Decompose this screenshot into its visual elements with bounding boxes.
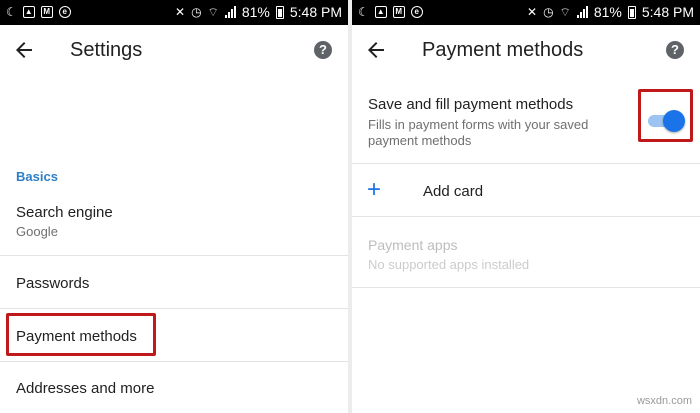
mail-icon: M (40, 6, 53, 18)
alarm-icon: ◷ (191, 5, 202, 19)
wifi-icon: ⌔ (207, 5, 219, 19)
clock: 5:48 PM (641, 4, 694, 20)
mute-icon: ✕ (527, 5, 538, 19)
status-bar: ☾ ▲ M e ✕ ◷ ⌔ 81% 5:48 PM (0, 0, 348, 25)
highlight-box (6, 313, 156, 356)
settings-screen: ☾ ▲ M e ✕ ◷ ⌔ 81% 5:48 PM Settings ? Bas… (0, 0, 348, 413)
divider (352, 216, 700, 217)
search-engine-value: Google (16, 224, 58, 239)
save-fill-title: Save and fill payment methods (368, 96, 574, 113)
divider (0, 255, 348, 256)
divider (352, 287, 700, 288)
section-label-basics: Basics (16, 169, 58, 184)
settings-app-bar: Settings ? (0, 25, 348, 77)
wifi-icon: ⌔ (559, 5, 571, 19)
battery-percent: 81% (241, 4, 270, 20)
add-icon[interactable]: + (367, 178, 381, 202)
page-title: Payment methods (422, 39, 584, 61)
add-card-label: Add card (423, 183, 484, 200)
gallery-icon: ▲ (374, 6, 387, 18)
signal-icon (224, 6, 236, 18)
search-engine-label: Search engine (16, 204, 113, 221)
mail-icon: M (392, 6, 405, 18)
payment-apps-subtitle: No supported apps installed (368, 257, 530, 272)
battery-icon (275, 5, 284, 19)
page-title: Settings (70, 39, 143, 61)
payment-app-bar: Payment methods ? (352, 25, 700, 77)
highlight-box (638, 89, 693, 142)
mute-icon: ✕ (175, 5, 186, 19)
watermark: wsxdn.com (636, 395, 692, 407)
addresses-label: Addresses and more (16, 380, 155, 397)
divider (352, 163, 700, 164)
payment-methods-screen: ☾ ▲ M e ✕ ◷ ⌔ 81% 5:48 PM Payment method… (352, 0, 700, 413)
payment-apps-title: Payment apps (368, 237, 458, 253)
moon-icon: ☾ (358, 5, 369, 19)
clock: 5:48 PM (289, 4, 342, 20)
battery-percent: 81% (593, 4, 622, 20)
passwords-label: Passwords (16, 275, 90, 292)
help-icon[interactable]: ? (666, 41, 684, 59)
moon-icon: ☾ (6, 5, 17, 19)
alarm-icon: ◷ (543, 5, 554, 19)
divider (0, 361, 348, 362)
help-icon[interactable]: ? (314, 41, 332, 59)
back-arrow-icon[interactable] (12, 38, 36, 62)
divider (0, 308, 348, 309)
signal-icon (576, 6, 588, 18)
save-fill-description-line1: Fills in payment forms with your saved (368, 117, 589, 132)
battery-icon (627, 5, 636, 19)
back-arrow-icon[interactable] (364, 38, 388, 62)
e-app-icon: e (410, 6, 423, 18)
e-app-icon: e (58, 6, 71, 18)
status-bar: ☾ ▲ M e ✕ ◷ ⌔ 81% 5:48 PM (352, 0, 700, 25)
save-fill-description-line2: payment methods (368, 133, 472, 148)
gallery-icon: ▲ (22, 6, 35, 18)
